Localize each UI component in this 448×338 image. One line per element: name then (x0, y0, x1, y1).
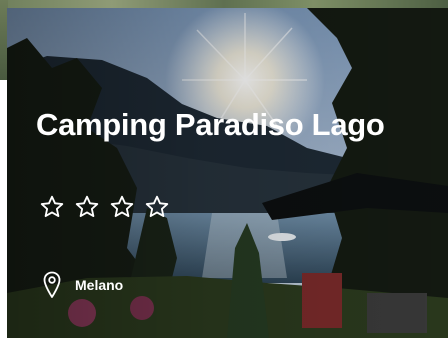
star-outline-icon (75, 195, 99, 218)
campsite-title[interactable]: Camping Paradiso Lago (36, 106, 416, 144)
campsite-card[interactable]: Camping Paradiso Lago Melano (7, 8, 448, 338)
star-rating (39, 194, 170, 220)
location-label: Melano (75, 277, 124, 293)
star-outline-icon (40, 195, 64, 218)
star-outline-icon (145, 195, 169, 218)
star-outline-icon (110, 195, 134, 218)
location-row: Melano (43, 271, 123, 299)
map-pin-icon (43, 271, 61, 298)
